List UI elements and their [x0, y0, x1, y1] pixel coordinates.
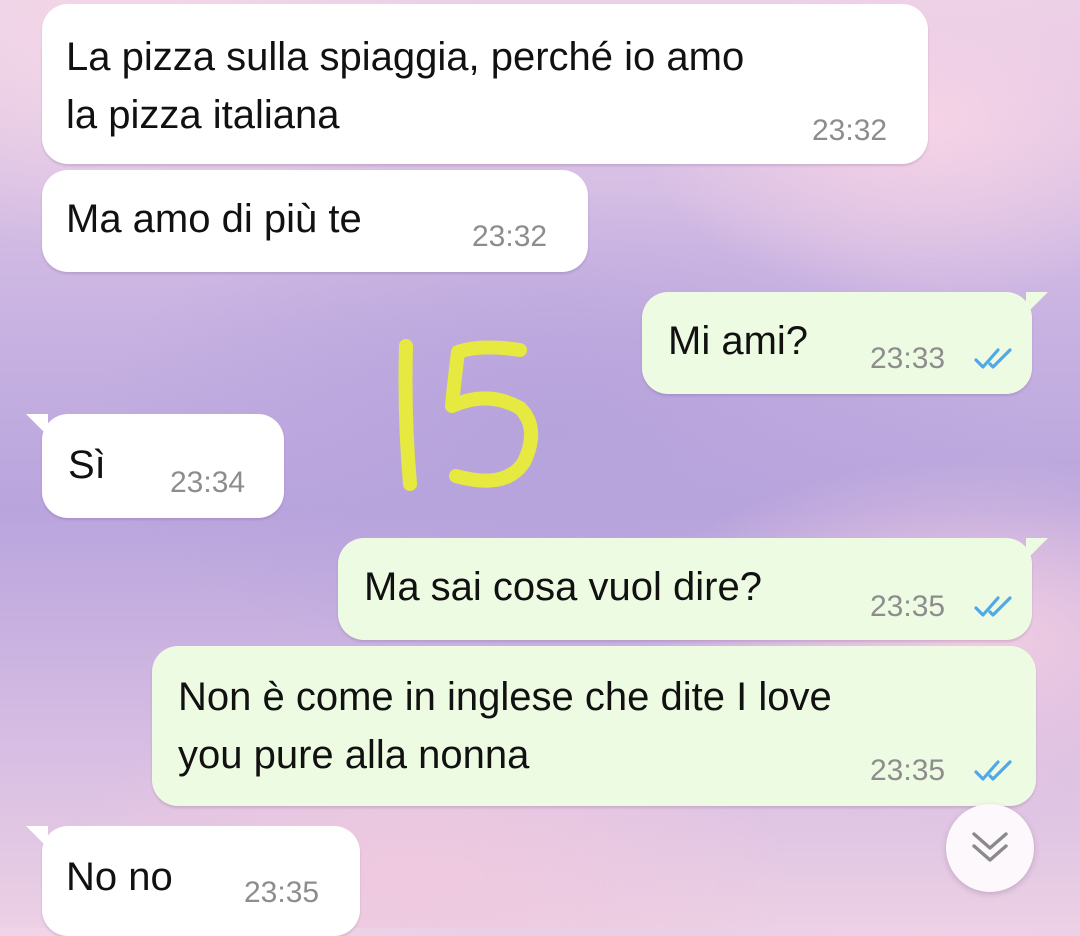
read-receipt-icon: [974, 760, 1012, 781]
message-timestamp: 23:35: [870, 754, 946, 787]
message-timestamp: 23:32: [812, 114, 888, 147]
message-text: Ma sai cosa vuol dire?: [364, 565, 762, 609]
message-bubble-incoming[interactable]: No no 23:35: [26, 826, 360, 936]
message-bubble-outgoing[interactable]: Ma sai cosa vuol dire? 23:35: [338, 538, 1048, 640]
message-timestamp: 23:33: [870, 342, 946, 375]
message-bubble-incoming[interactable]: Sì 23:34: [26, 414, 284, 518]
message-text: Non è come in inglese che dite I love yo…: [178, 675, 832, 777]
message-timestamp: 23:35: [244, 876, 320, 909]
message-bubble-incoming[interactable]: Ma amo di più te 23:32: [42, 170, 588, 272]
handwritten-annotation: [398, 339, 538, 491]
message-bubble-outgoing[interactable]: Non è come in inglese che dite I love yo…: [152, 646, 1036, 806]
read-receipt-icon: [974, 596, 1012, 617]
scroll-to-bottom-button[interactable]: [946, 804, 1034, 892]
message-bubble-incoming[interactable]: La pizza sulla spiaggia, perché io amo l…: [42, 4, 928, 164]
message-timestamp: 23:32: [472, 220, 548, 253]
read-receipt-icon: [974, 348, 1012, 369]
message-bubble-outgoing[interactable]: Mi ami? 23:33: [642, 292, 1048, 394]
message-text: Ma amo di più te: [66, 197, 362, 241]
message-text: No no: [66, 855, 173, 899]
message-timestamp: 23:35: [870, 590, 946, 623]
message-timestamp: 23:34: [170, 466, 246, 499]
message-text: La pizza sulla spiaggia, perché io amo l…: [66, 35, 745, 137]
message-text: Sì: [68, 443, 106, 487]
message-text: Mi ami?: [668, 319, 809, 363]
double-chevron-down-icon: [972, 832, 1008, 862]
